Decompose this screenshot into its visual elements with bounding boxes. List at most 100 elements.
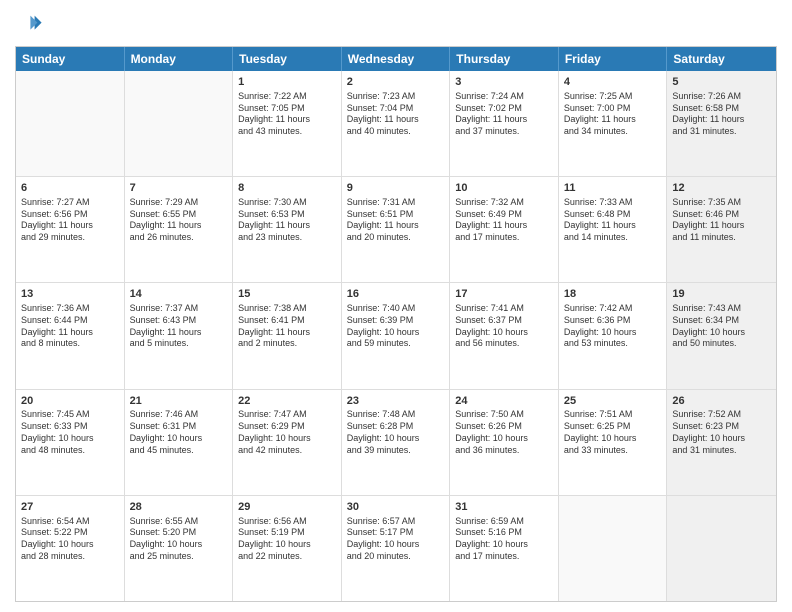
calendar-cell: 10Sunrise: 7:32 AM Sunset: 6:49 PM Dayli…	[450, 177, 559, 282]
calendar-cell	[125, 71, 234, 176]
day-number: 21	[130, 394, 228, 409]
calendar-cell: 8Sunrise: 7:30 AM Sunset: 6:53 PM Daylig…	[233, 177, 342, 282]
cell-info: Sunrise: 6:59 AM Sunset: 5:16 PM Dayligh…	[455, 516, 553, 563]
cell-info: Sunrise: 6:54 AM Sunset: 5:22 PM Dayligh…	[21, 516, 119, 563]
calendar-header: SundayMondayTuesdayWednesdayThursdayFrid…	[16, 47, 776, 71]
calendar-cell	[16, 71, 125, 176]
calendar-cell: 31Sunrise: 6:59 AM Sunset: 5:16 PM Dayli…	[450, 496, 559, 601]
calendar-cell: 1Sunrise: 7:22 AM Sunset: 7:05 PM Daylig…	[233, 71, 342, 176]
day-of-week-header: Thursday	[450, 47, 559, 71]
day-number: 13	[21, 287, 119, 302]
day-number: 29	[238, 500, 336, 515]
cell-info: Sunrise: 7:35 AM Sunset: 6:46 PM Dayligh…	[672, 197, 771, 244]
day-number: 25	[564, 394, 662, 409]
calendar-row: 1Sunrise: 7:22 AM Sunset: 7:05 PM Daylig…	[16, 71, 776, 177]
cell-info: Sunrise: 7:51 AM Sunset: 6:25 PM Dayligh…	[564, 409, 662, 456]
calendar-row: 20Sunrise: 7:45 AM Sunset: 6:33 PM Dayli…	[16, 390, 776, 496]
day-number: 20	[21, 394, 119, 409]
calendar-cell: 14Sunrise: 7:37 AM Sunset: 6:43 PM Dayli…	[125, 283, 234, 388]
calendar-cell: 18Sunrise: 7:42 AM Sunset: 6:36 PM Dayli…	[559, 283, 668, 388]
calendar-cell: 19Sunrise: 7:43 AM Sunset: 6:34 PM Dayli…	[667, 283, 776, 388]
day-number: 3	[455, 75, 553, 90]
cell-info: Sunrise: 7:45 AM Sunset: 6:33 PM Dayligh…	[21, 409, 119, 456]
calendar-cell: 20Sunrise: 7:45 AM Sunset: 6:33 PM Dayli…	[16, 390, 125, 495]
day-number: 7	[130, 181, 228, 196]
cell-info: Sunrise: 7:27 AM Sunset: 6:56 PM Dayligh…	[21, 197, 119, 244]
day-number: 22	[238, 394, 336, 409]
cell-info: Sunrise: 7:33 AM Sunset: 6:48 PM Dayligh…	[564, 197, 662, 244]
day-number: 11	[564, 181, 662, 196]
calendar-cell: 30Sunrise: 6:57 AM Sunset: 5:17 PM Dayli…	[342, 496, 451, 601]
cell-info: Sunrise: 7:23 AM Sunset: 7:04 PM Dayligh…	[347, 91, 445, 138]
day-number: 2	[347, 75, 445, 90]
day-number: 15	[238, 287, 336, 302]
cell-info: Sunrise: 7:40 AM Sunset: 6:39 PM Dayligh…	[347, 303, 445, 350]
day-number: 4	[564, 75, 662, 90]
calendar-cell: 12Sunrise: 7:35 AM Sunset: 6:46 PM Dayli…	[667, 177, 776, 282]
day-number: 24	[455, 394, 553, 409]
calendar-cell: 13Sunrise: 7:36 AM Sunset: 6:44 PM Dayli…	[16, 283, 125, 388]
cell-info: Sunrise: 7:22 AM Sunset: 7:05 PM Dayligh…	[238, 91, 336, 138]
day-number: 6	[21, 181, 119, 196]
calendar-cell: 4Sunrise: 7:25 AM Sunset: 7:00 PM Daylig…	[559, 71, 668, 176]
calendar-cell: 2Sunrise: 7:23 AM Sunset: 7:04 PM Daylig…	[342, 71, 451, 176]
cell-info: Sunrise: 7:41 AM Sunset: 6:37 PM Dayligh…	[455, 303, 553, 350]
calendar-cell: 26Sunrise: 7:52 AM Sunset: 6:23 PM Dayli…	[667, 390, 776, 495]
cell-info: Sunrise: 6:57 AM Sunset: 5:17 PM Dayligh…	[347, 516, 445, 563]
calendar-cell: 6Sunrise: 7:27 AM Sunset: 6:56 PM Daylig…	[16, 177, 125, 282]
day-of-week-header: Tuesday	[233, 47, 342, 71]
cell-info: Sunrise: 7:37 AM Sunset: 6:43 PM Dayligh…	[130, 303, 228, 350]
page: SundayMondayTuesdayWednesdayThursdayFrid…	[0, 0, 792, 612]
cell-info: Sunrise: 7:29 AM Sunset: 6:55 PM Dayligh…	[130, 197, 228, 244]
logo	[15, 10, 47, 38]
day-number: 27	[21, 500, 119, 515]
cell-info: Sunrise: 7:48 AM Sunset: 6:28 PM Dayligh…	[347, 409, 445, 456]
cell-info: Sunrise: 7:31 AM Sunset: 6:51 PM Dayligh…	[347, 197, 445, 244]
calendar-row: 6Sunrise: 7:27 AM Sunset: 6:56 PM Daylig…	[16, 177, 776, 283]
calendar-cell: 15Sunrise: 7:38 AM Sunset: 6:41 PM Dayli…	[233, 283, 342, 388]
cell-info: Sunrise: 7:26 AM Sunset: 6:58 PM Dayligh…	[672, 91, 771, 138]
cell-info: Sunrise: 7:50 AM Sunset: 6:26 PM Dayligh…	[455, 409, 553, 456]
day-number: 28	[130, 500, 228, 515]
cell-info: Sunrise: 7:38 AM Sunset: 6:41 PM Dayligh…	[238, 303, 336, 350]
day-number: 12	[672, 181, 771, 196]
calendar-cell: 28Sunrise: 6:55 AM Sunset: 5:20 PM Dayli…	[125, 496, 234, 601]
day-number: 31	[455, 500, 553, 515]
calendar-cell: 11Sunrise: 7:33 AM Sunset: 6:48 PM Dayli…	[559, 177, 668, 282]
calendar: SundayMondayTuesdayWednesdayThursdayFrid…	[15, 46, 777, 602]
day-of-week-header: Monday	[125, 47, 234, 71]
day-number: 23	[347, 394, 445, 409]
calendar-cell: 29Sunrise: 6:56 AM Sunset: 5:19 PM Dayli…	[233, 496, 342, 601]
day-number: 1	[238, 75, 336, 90]
calendar-cell: 16Sunrise: 7:40 AM Sunset: 6:39 PM Dayli…	[342, 283, 451, 388]
day-of-week-header: Saturday	[667, 47, 776, 71]
calendar-row: 13Sunrise: 7:36 AM Sunset: 6:44 PM Dayli…	[16, 283, 776, 389]
cell-info: Sunrise: 6:55 AM Sunset: 5:20 PM Dayligh…	[130, 516, 228, 563]
day-number: 19	[672, 287, 771, 302]
day-number: 5	[672, 75, 771, 90]
day-number: 8	[238, 181, 336, 196]
cell-info: Sunrise: 6:56 AM Sunset: 5:19 PM Dayligh…	[238, 516, 336, 563]
cell-info: Sunrise: 7:46 AM Sunset: 6:31 PM Dayligh…	[130, 409, 228, 456]
calendar-cell: 22Sunrise: 7:47 AM Sunset: 6:29 PM Dayli…	[233, 390, 342, 495]
day-of-week-header: Friday	[559, 47, 668, 71]
cell-info: Sunrise: 7:30 AM Sunset: 6:53 PM Dayligh…	[238, 197, 336, 244]
header	[15, 10, 777, 38]
cell-info: Sunrise: 7:47 AM Sunset: 6:29 PM Dayligh…	[238, 409, 336, 456]
calendar-cell: 5Sunrise: 7:26 AM Sunset: 6:58 PM Daylig…	[667, 71, 776, 176]
calendar-cell: 23Sunrise: 7:48 AM Sunset: 6:28 PM Dayli…	[342, 390, 451, 495]
calendar-cell: 3Sunrise: 7:24 AM Sunset: 7:02 PM Daylig…	[450, 71, 559, 176]
day-of-week-header: Sunday	[16, 47, 125, 71]
day-number: 18	[564, 287, 662, 302]
day-number: 14	[130, 287, 228, 302]
calendar-cell: 24Sunrise: 7:50 AM Sunset: 6:26 PM Dayli…	[450, 390, 559, 495]
cell-info: Sunrise: 7:24 AM Sunset: 7:02 PM Dayligh…	[455, 91, 553, 138]
day-number: 16	[347, 287, 445, 302]
logo-icon	[15, 10, 43, 38]
calendar-cell	[667, 496, 776, 601]
day-number: 17	[455, 287, 553, 302]
calendar-cell	[559, 496, 668, 601]
cell-info: Sunrise: 7:43 AM Sunset: 6:34 PM Dayligh…	[672, 303, 771, 350]
cell-info: Sunrise: 7:42 AM Sunset: 6:36 PM Dayligh…	[564, 303, 662, 350]
calendar-row: 27Sunrise: 6:54 AM Sunset: 5:22 PM Dayli…	[16, 496, 776, 601]
